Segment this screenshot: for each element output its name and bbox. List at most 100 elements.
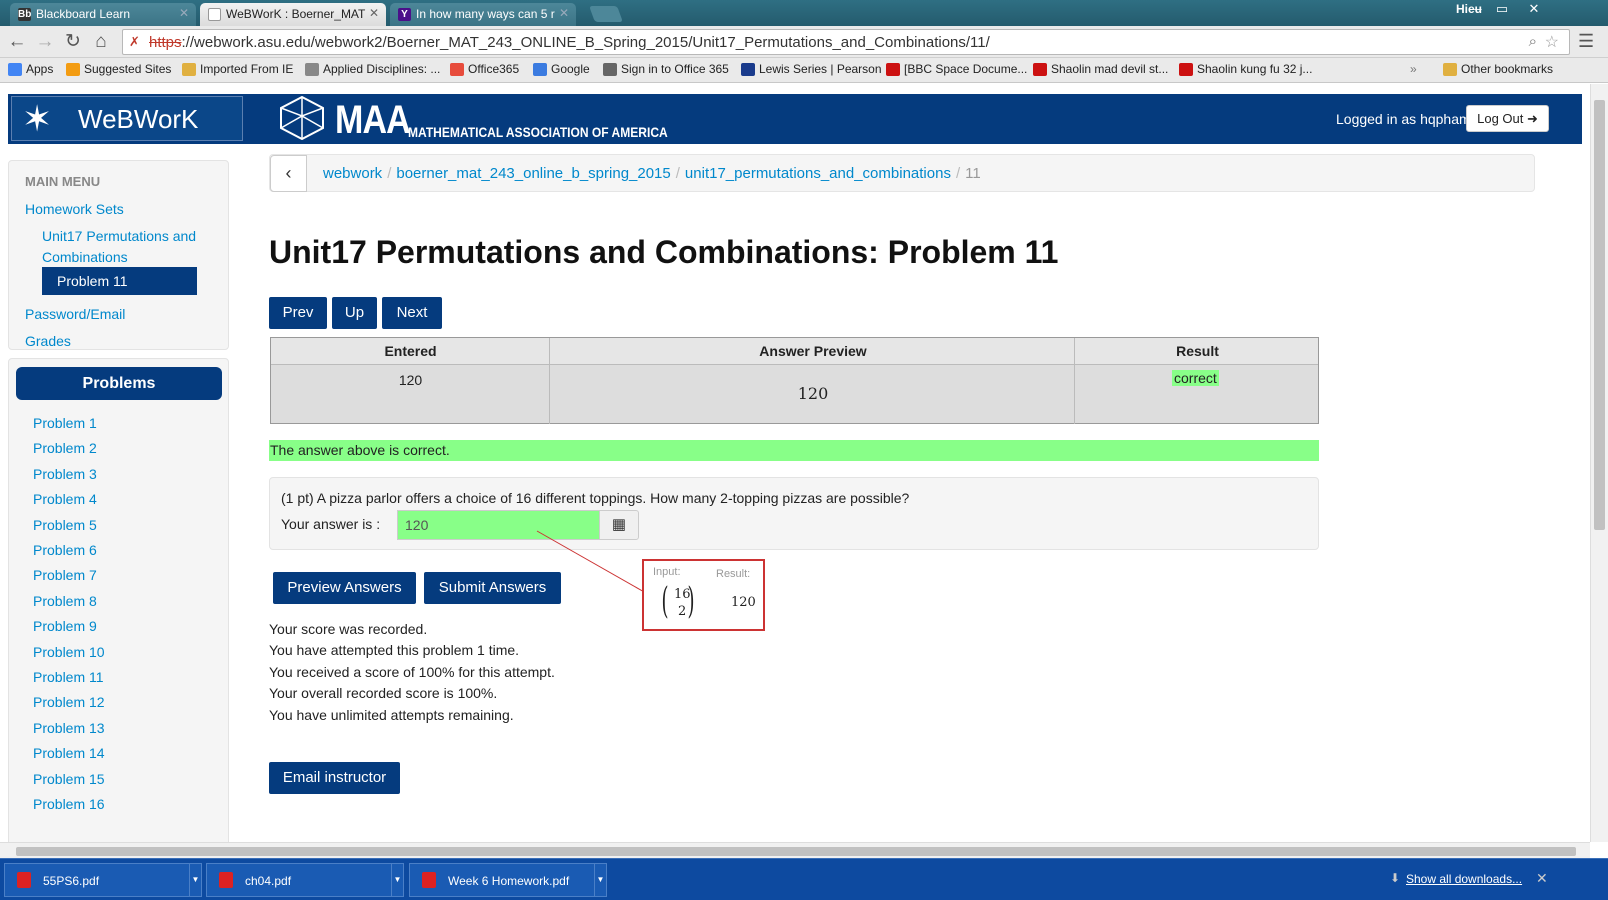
problem-list-item[interactable]: Problem 6 xyxy=(33,542,97,558)
close-icon[interactable]: ✕ xyxy=(369,6,379,20)
vertical-scrollbar[interactable] xyxy=(1590,84,1608,842)
forward-icon[interactable]: → xyxy=(34,31,56,53)
breadcrumb-course[interactable]: boerner_mat_243_online_b_spring_2015 xyxy=(396,165,670,182)
bookmark-item[interactable]: Sign in to Office 365 xyxy=(603,62,729,76)
bookmark-item[interactable]: Applied Disciplines: ... xyxy=(305,62,440,76)
problem-list-item[interactable]: Problem 7 xyxy=(33,567,97,583)
folder-icon xyxy=(1443,63,1457,76)
problems-panel: Problems Problem 1 Problem 2 Problem 3 Prob… xyxy=(8,358,229,842)
score-line: You have attempted this problem 1 time. xyxy=(269,642,520,658)
submit-answers-button[interactable]: Submit Answers xyxy=(424,572,561,604)
problem-list-item[interactable]: Problem 1 xyxy=(33,415,97,431)
close-icon[interactable]: ✕ xyxy=(559,6,569,20)
new-tab-button[interactable] xyxy=(589,6,623,22)
bookmark-item[interactable]: Shaolin kung fu 32 j... xyxy=(1179,62,1312,76)
homework-sets-link[interactable]: Homework Sets xyxy=(25,201,124,217)
reload-icon[interactable]: ↻ xyxy=(62,31,84,53)
menu-icon[interactable]: ☰ xyxy=(1578,31,1594,52)
up-button[interactable]: Up xyxy=(332,297,377,329)
binomial-expression: ( 16 2 ) xyxy=(662,582,704,624)
problem-list-item[interactable]: Problem 15 xyxy=(33,771,105,787)
back-icon[interactable]: ← xyxy=(6,31,28,53)
horizontal-scrollbar[interactable] xyxy=(0,842,1590,858)
office-icon xyxy=(450,63,464,76)
problem-list-item[interactable]: Problem 10 xyxy=(33,644,105,660)
prev-button[interactable]: Prev xyxy=(269,297,327,329)
bookmark-item[interactable]: Shaolin mad devil st... xyxy=(1033,62,1168,76)
breadcrumb-webwork[interactable]: webwork xyxy=(323,165,382,182)
problem-list-item[interactable]: Problem 5 xyxy=(33,517,97,533)
tab-yahoo[interactable]: Y In how many ways can 5 r ✕ xyxy=(390,3,576,26)
preview-value: 120 xyxy=(797,384,829,403)
breadcrumb-separator: / xyxy=(387,165,392,182)
window-close-button[interactable]: ✕ xyxy=(1522,0,1546,18)
main-menu: MAIN MENU Homework Sets Unit17 Permutati… xyxy=(8,160,229,350)
bookmark-item[interactable]: Lewis Series | Pearson xyxy=(741,62,882,76)
problem-list-item[interactable]: Problem 13 xyxy=(33,720,105,736)
bookmark-icon xyxy=(66,63,80,76)
problem-list-item[interactable]: Problem 9 xyxy=(33,618,97,634)
bookmarks-overflow-button[interactable]: » xyxy=(1410,62,1417,76)
address-bar[interactable]: ✗ https://webwork.asu.edu/webwork2/Boern… xyxy=(122,29,1570,55)
bookmark-item[interactable]: Suggested Sites xyxy=(66,62,171,76)
email-instructor-button[interactable]: Email instructor xyxy=(269,762,400,794)
problem-list-item[interactable]: Problem 11 xyxy=(33,669,104,685)
download-item[interactable]: ch04.pdf ▼ xyxy=(206,863,404,897)
chevron-down-icon[interactable]: ▼ xyxy=(189,864,201,896)
download-arrow-icon: ⬇ xyxy=(1390,871,1401,885)
download-item[interactable]: 55PS6.pdf ▼ xyxy=(4,863,202,897)
next-button[interactable]: Next xyxy=(382,297,442,329)
bookmark-star-icon[interactable]: ☆ xyxy=(1545,32,1559,52)
bookmark-item[interactable]: [BBC Space Docume... xyxy=(886,62,1027,76)
bookmark-item[interactable]: Office365 xyxy=(450,62,519,76)
entered-value: 120 xyxy=(398,372,423,388)
answer-label: Your answer is : xyxy=(281,516,381,532)
set-link-line1[interactable]: Unit17 Permutations and xyxy=(42,228,196,244)
show-all-downloads-link[interactable]: Show all downloads... xyxy=(1406,872,1522,886)
problem-list-item[interactable]: Problem 14 xyxy=(33,745,105,761)
webwork-page: ✶ WeBWorK MAA MATHEMATICAL ASSOCIATION O… xyxy=(0,84,1590,842)
close-icon[interactable]: ✕ xyxy=(179,6,189,20)
bookmark-item[interactable]: Google xyxy=(533,62,590,76)
youtube-icon xyxy=(1033,63,1047,76)
active-problem-link[interactable]: Problem 11 xyxy=(42,267,197,295)
chevron-down-icon[interactable]: ▼ xyxy=(594,864,606,896)
preview-answers-button[interactable]: Preview Answers xyxy=(273,572,416,604)
minimize-button[interactable]: – xyxy=(1466,0,1490,18)
home-icon[interactable]: ⌂ xyxy=(90,31,112,53)
problem-list-item[interactable]: Problem 16 xyxy=(33,796,105,812)
bookmark-item[interactable]: Apps xyxy=(8,62,53,76)
close-icon[interactable]: ✕ xyxy=(1536,870,1548,887)
zoom-icon[interactable]: ⌕ xyxy=(1529,33,1537,50)
popover-connector xyxy=(536,530,647,594)
equation-editor-icon[interactable]: ▦ xyxy=(599,510,639,540)
webwork-brand[interactable]: ✶ WeBWorK xyxy=(11,96,243,141)
problem-list-item[interactable]: Problem 12 xyxy=(33,694,105,710)
column-divider xyxy=(1074,338,1075,424)
problem-list-item[interactable]: Problem 3 xyxy=(33,466,97,482)
other-bookmarks[interactable]: Other bookmarks xyxy=(1443,62,1553,76)
answer-input[interactable]: 120 xyxy=(397,510,600,540)
breadcrumb-set[interactable]: unit17_permutations_and_combinations xyxy=(685,165,951,182)
breadcrumb-trail: webwork / boerner_mat_243_online_b_spring_… xyxy=(323,165,981,182)
problem-list-item[interactable]: Problem 4 xyxy=(33,491,97,507)
tab-webwork[interactable]: WeBWorK : Boerner_MAT ✕ xyxy=(200,3,386,26)
restore-button[interactable]: ▭ xyxy=(1490,0,1514,18)
grades-link[interactable]: Grades xyxy=(25,333,71,349)
tab-title: In how many ways can 5 r xyxy=(416,7,555,21)
set-link-line2[interactable]: Combinations xyxy=(42,249,128,265)
problem-list-item[interactable]: Problem 2 xyxy=(33,440,97,456)
back-button[interactable]: ‹ xyxy=(270,155,307,192)
site-header: ✶ WeBWorK MAA MATHEMATICAL ASSOCIATION O… xyxy=(8,94,1582,144)
bookmark-item[interactable]: Imported From IE xyxy=(182,62,293,76)
chevron-down-icon[interactable]: ▼ xyxy=(391,864,403,896)
tab-blackboard[interactable]: Bb Blackboard Learn ✕ xyxy=(10,3,196,26)
scrollbar-thumb[interactable] xyxy=(1594,100,1605,530)
scrollbar-thumb[interactable] xyxy=(16,847,1576,856)
bookmark-icon xyxy=(603,63,617,76)
url-text[interactable]: https://webwork.asu.edu/webwork2/Boerner… xyxy=(149,34,990,51)
logout-button[interactable]: Log Out ➜ xyxy=(1466,105,1549,132)
password-email-link[interactable]: Password/Email xyxy=(25,306,125,322)
problem-list-item[interactable]: Problem 8 xyxy=(33,593,97,609)
download-item[interactable]: Week 6 Homework.pdf ▼ xyxy=(409,863,607,897)
